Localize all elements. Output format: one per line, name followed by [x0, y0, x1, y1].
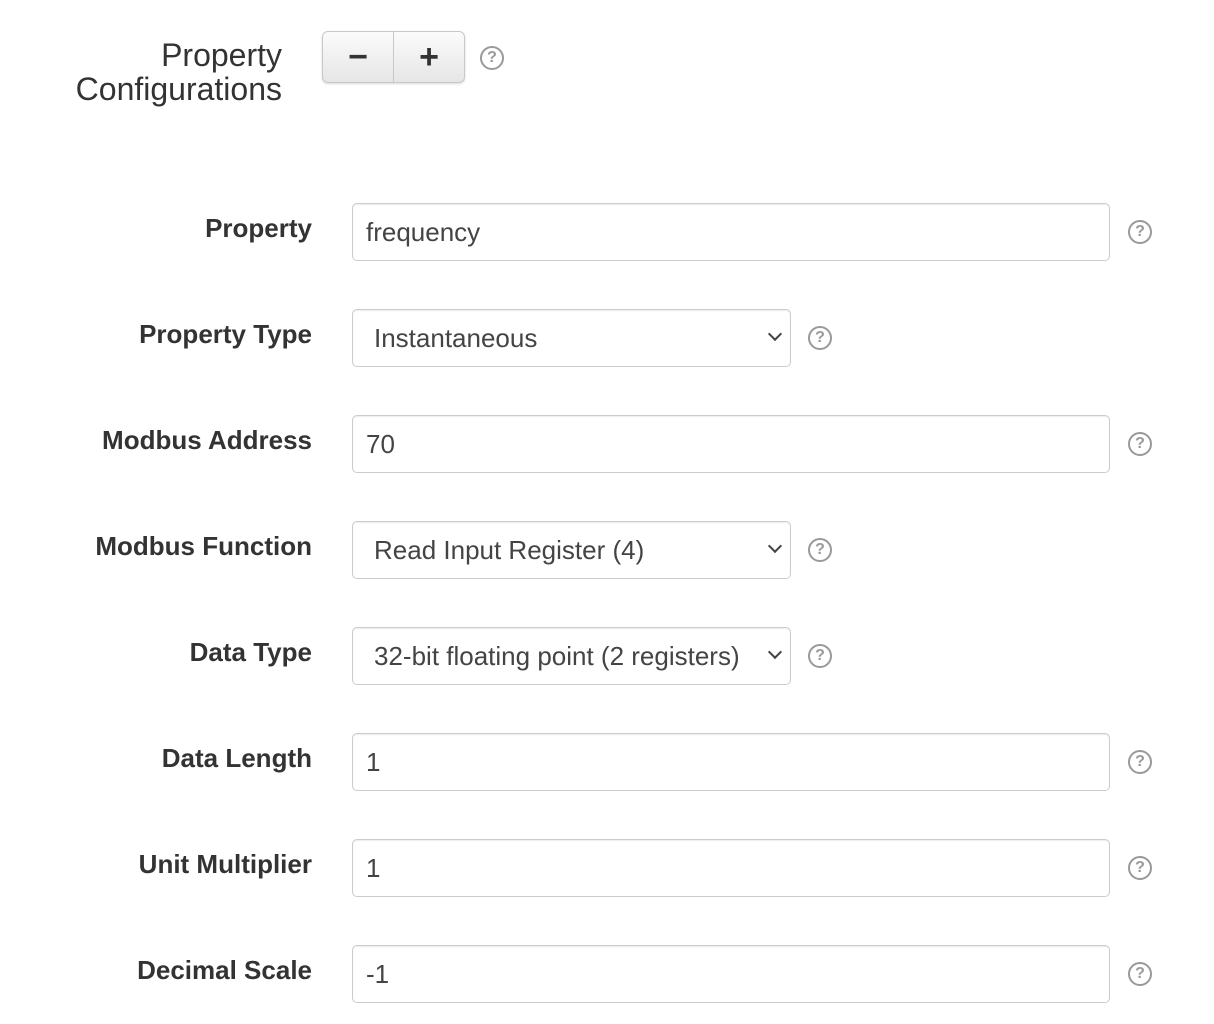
field-label: Property [205, 213, 312, 243]
help-icon[interactable]: ? [1128, 432, 1152, 456]
help-icon[interactable]: ? [1128, 220, 1152, 244]
help-icon[interactable]: ? [1128, 856, 1152, 880]
form-row: Modbus Address 70 ? [0, 415, 1214, 473]
help-icon[interactable]: ? [808, 538, 832, 562]
title-line-2: Configurations [75, 71, 282, 107]
add-remove-button-group: − + [322, 31, 465, 83]
chevron-down-icon [767, 538, 783, 554]
field-value: 70 [366, 428, 395, 459]
help-icon[interactable]: ? [1128, 750, 1152, 774]
field-select[interactable]: 32-bit floating point (2 registers) [352, 627, 791, 685]
section-title: Property Configurations [76, 38, 282, 106]
field-label: Data Type [189, 637, 312, 667]
form-row: Data Type 32-bit floating point (2 regis… [0, 627, 1214, 685]
field-value: frequency [366, 216, 481, 247]
help-icon[interactable]: ? [808, 326, 832, 350]
field-select[interactable]: Instantaneous [352, 309, 791, 367]
field-label: Unit Multiplier [138, 849, 312, 879]
help-icon[interactable]: ? [1128, 962, 1152, 986]
field-input[interactable]: 1 [352, 733, 1110, 791]
field-value: 1 [366, 746, 381, 777]
field-value: Instantaneous [374, 322, 538, 353]
title-line-1: Property [161, 37, 282, 73]
field-value: 32-bit floating point (2 registers) [374, 640, 740, 671]
form-row: Modbus Function Read Input Register (4) … [0, 521, 1214, 579]
form-row: Property frequency ? [0, 203, 1214, 261]
field-input[interactable]: -1 [352, 945, 1110, 1003]
add-button[interactable]: + [393, 32, 464, 82]
form-row: Unit Multiplier 1 ? [0, 839, 1214, 897]
remove-button[interactable]: − [323, 32, 393, 82]
field-label: Property Type [139, 319, 312, 349]
field-value: 1 [366, 852, 381, 883]
form-row: Data Length 1 ? [0, 733, 1214, 791]
field-value: -1 [366, 958, 390, 989]
field-input[interactable]: 70 [352, 415, 1110, 473]
form-row: Decimal Scale -1 ? [0, 945, 1214, 1003]
form-row: Property Type Instantaneous ? [0, 309, 1214, 367]
field-input[interactable]: frequency [352, 203, 1110, 261]
help-icon[interactable]: ? [808, 644, 832, 668]
chevron-down-icon [767, 644, 783, 660]
help-icon[interactable]: ? [480, 46, 504, 70]
field-label: Modbus Function [95, 531, 312, 561]
field-label: Decimal Scale [137, 955, 312, 985]
field-select[interactable]: Read Input Register (4) [352, 521, 791, 579]
field-input[interactable]: 1 [352, 839, 1110, 897]
chevron-down-icon [767, 326, 783, 342]
field-label: Data Length [161, 743, 312, 773]
field-value: Read Input Register (4) [374, 534, 645, 565]
field-label: Modbus Address [102, 425, 312, 455]
